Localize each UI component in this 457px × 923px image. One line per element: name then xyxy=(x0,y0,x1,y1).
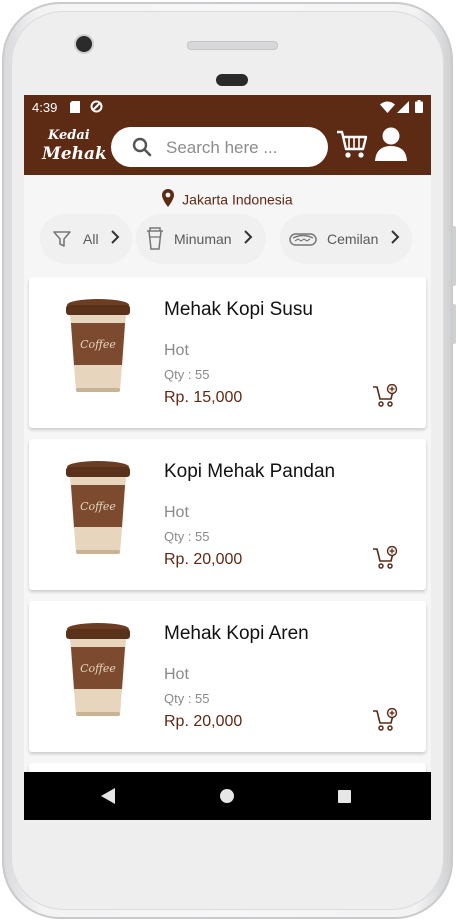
front-camera xyxy=(76,36,92,52)
search-bar[interactable]: Search here ... xyxy=(111,127,328,167)
logo-text-bottom: Mehak xyxy=(42,144,107,164)
category-label: All xyxy=(83,231,99,247)
coffee-cup-image: Coffee xyxy=(63,459,133,562)
product-card[interactable]: Coffee Mehak Kopi Susu Hot Qty : 55 Rp. … xyxy=(29,277,426,428)
category-label: Minuman xyxy=(174,231,232,247)
svg-text:Coffee: Coffee xyxy=(80,662,116,675)
app-screen: 4:39 Kedai Mehak Search here ... Jakarta… xyxy=(24,95,431,820)
location-text: Jakarta Indonesia xyxy=(182,191,293,208)
category-chip-minuman[interactable]: Minuman xyxy=(136,214,266,264)
product-type: Hot xyxy=(164,342,189,359)
add-to-cart-icon[interactable] xyxy=(372,707,398,737)
proximity-sensor xyxy=(216,74,248,86)
search-input[interactable]: Search here ... xyxy=(166,138,278,158)
product-card[interactable]: Coffee Kopi Mehak Pandan Hot Qty : 55 Rp… xyxy=(29,439,426,590)
product-qty: Qty : 55 xyxy=(164,529,210,544)
power-button xyxy=(452,304,456,344)
system-navigation-bar xyxy=(24,772,431,820)
category-chip-cemilan[interactable]: Cemilan xyxy=(280,214,412,264)
product-price: Rp. 15,000 xyxy=(164,389,243,406)
recents-icon[interactable] xyxy=(338,790,351,808)
volume-button xyxy=(452,226,456,286)
category-chip-all[interactable]: All xyxy=(40,214,132,264)
chevron-right-icon xyxy=(390,229,400,250)
logo-text-top: Kedai xyxy=(48,128,90,143)
product-price: Rp. 20,000 xyxy=(164,551,243,568)
product-type: Hot xyxy=(164,666,189,683)
coffee-cup-image: Coffee xyxy=(63,297,133,400)
product-card[interactable]: Coffee Mehak Kopi Aren Hot Qty : 55 Rp. … xyxy=(29,601,426,752)
battery-icon xyxy=(415,100,423,116)
status-time: 4:39 xyxy=(32,100,58,115)
signal-icon xyxy=(397,101,409,116)
user-profile-icon[interactable] xyxy=(375,127,407,166)
chevron-right-icon xyxy=(110,229,120,250)
product-price: Rp. 20,000 xyxy=(164,713,243,730)
wifi-icon xyxy=(380,101,395,116)
sync-icon xyxy=(90,100,103,116)
status-bar: 4:39 xyxy=(24,95,431,119)
search-icon xyxy=(132,137,152,162)
product-name: Kopi Mehak Pandan xyxy=(164,461,336,482)
product-qty: Qty : 55 xyxy=(164,691,210,706)
product-name: Mehak Kopi Aren xyxy=(164,623,309,644)
product-qty: Qty : 55 xyxy=(164,367,210,382)
hotdog-icon xyxy=(289,230,317,253)
app-header: Kedai Mehak Search here ... xyxy=(24,119,431,175)
location-label: Jakarta Indonesia xyxy=(24,189,431,210)
add-to-cart-icon[interactable] xyxy=(372,383,398,413)
cup-icon xyxy=(146,227,164,256)
chevron-right-icon xyxy=(243,229,253,250)
product-type: Hot xyxy=(164,504,189,521)
shopping-cart-icon[interactable] xyxy=(336,129,368,164)
home-icon[interactable] xyxy=(220,789,234,808)
add-to-cart-icon[interactable] xyxy=(372,545,398,575)
earpiece-speaker xyxy=(187,41,278,50)
kedai-mehak-logo: Kedai Mehak xyxy=(40,127,107,169)
svg-text:Coffee: Coffee xyxy=(80,338,116,351)
sd-card-icon xyxy=(70,101,80,116)
category-label: Cemilan xyxy=(327,231,379,247)
product-name: Mehak Kopi Susu xyxy=(164,299,313,320)
filter-icon xyxy=(52,229,72,254)
svg-text:Coffee: Coffee xyxy=(80,500,116,513)
coffee-cup-image: Coffee xyxy=(63,621,133,724)
back-icon[interactable] xyxy=(101,788,115,809)
location-pin-icon xyxy=(162,189,175,210)
